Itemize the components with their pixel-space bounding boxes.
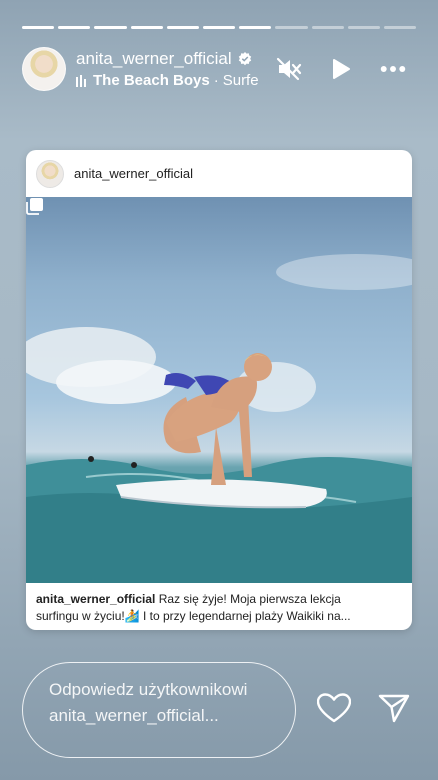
music-bars-icon xyxy=(76,74,86,87)
header-actions xyxy=(276,56,406,82)
mute-icon[interactable] xyxy=(276,56,302,82)
post-caption: anita_werner_official Raz się żyje! Moja… xyxy=(26,583,412,630)
story-progress xyxy=(22,26,417,29)
story-progress-segment xyxy=(347,26,380,29)
post-username[interactable]: anita_werner_official xyxy=(74,166,193,181)
header-text: anita_werner_official The Beach Boys · S… xyxy=(76,49,276,89)
post-avatar[interactable] xyxy=(36,159,64,188)
music-row[interactable]: The Beach Boys · Surfe xyxy=(76,72,276,89)
reply-actions xyxy=(316,690,412,726)
reply-input[interactable]: Odpowiedz użytkownikowi anita_werner_off… xyxy=(22,662,296,758)
avatar[interactable] xyxy=(22,47,66,91)
story-progress-segment xyxy=(239,26,272,29)
music-title: Surfe xyxy=(222,72,259,89)
caption-line-2: surfingu w życiu!🏄 I to przy legendarnej… xyxy=(36,609,351,623)
story-progress-segment xyxy=(130,26,163,29)
reply-placeholder: Odpowiedz użytkownikowi anita_werner_off… xyxy=(49,680,248,725)
shared-post-card[interactable]: anita_werner_official anita_werner_offic… xyxy=(26,150,412,630)
verified-icon xyxy=(238,52,251,66)
heart-icon[interactable] xyxy=(316,690,352,726)
surfer-illustration xyxy=(26,254,412,583)
story-progress-segment xyxy=(311,26,344,29)
send-icon[interactable] xyxy=(376,690,412,726)
post-photo[interactable] xyxy=(26,197,412,583)
more-icon[interactable] xyxy=(380,56,406,82)
story-progress-segment xyxy=(58,26,91,29)
play-icon[interactable] xyxy=(328,56,354,82)
story-progress-segment xyxy=(22,26,55,29)
username-row[interactable]: anita_werner_official xyxy=(76,49,276,69)
music-separator: · xyxy=(213,72,219,89)
story-progress-segment xyxy=(166,26,199,29)
music-artist: The Beach Boys xyxy=(93,72,210,89)
caption-username: anita_werner_official xyxy=(36,592,156,606)
story-progress-segment xyxy=(275,26,308,29)
story-header: anita_werner_official The Beach Boys · S… xyxy=(22,44,416,94)
story-progress-segment xyxy=(383,26,417,29)
story-username[interactable]: anita_werner_official xyxy=(76,49,232,69)
multiple-photos-icon xyxy=(26,198,43,215)
story-progress-segment xyxy=(202,26,236,29)
post-header: anita_werner_official xyxy=(26,150,412,197)
caption-line-1: Raz się żyje! Moja pierwsza lekcja xyxy=(158,592,341,606)
story-progress-segment xyxy=(94,26,127,29)
